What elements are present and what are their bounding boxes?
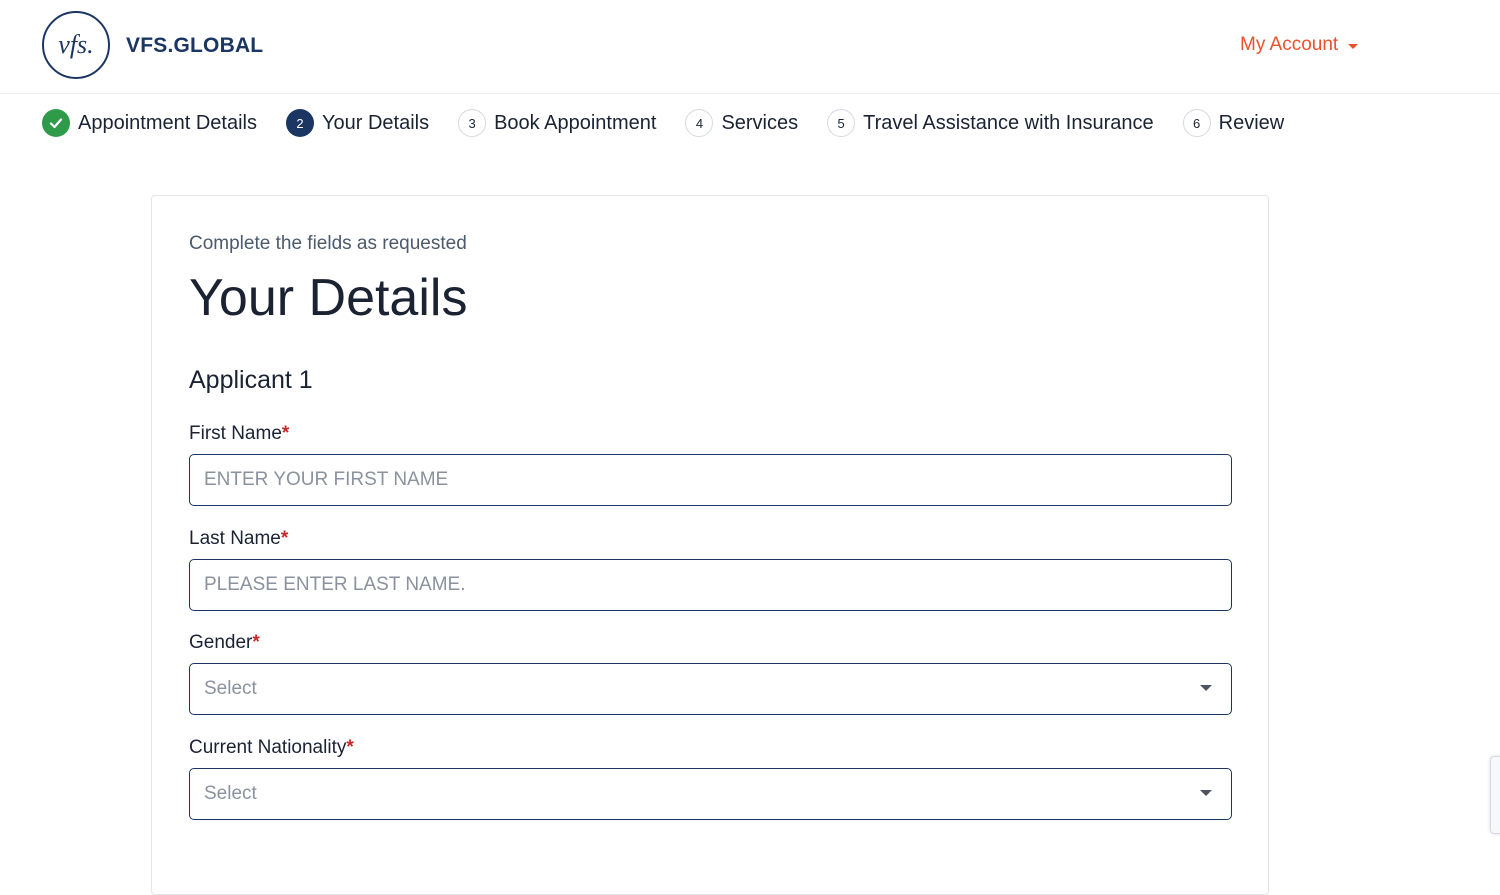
- last-name-label-text: Last Name: [189, 528, 281, 549]
- my-account-dropdown[interactable]: My Account: [1240, 34, 1359, 56]
- step-number: 6: [1182, 109, 1211, 137]
- step-label: Review: [1218, 111, 1285, 134]
- step-label: Appointment Details: [78, 111, 257, 134]
- step-label: Services: [721, 111, 799, 134]
- step-your-details[interactable]: 2 Your Details: [285, 109, 430, 137]
- step-book-appointment[interactable]: 3 Book Appointment: [458, 109, 656, 137]
- gender-label: Gender*: [189, 632, 260, 654]
- required-marker: *: [346, 737, 354, 758]
- page-title: Your Details: [189, 269, 468, 327]
- first-name-input[interactable]: [189, 454, 1232, 506]
- progress-stepper: Appointment Details 2 Your Details 3 Boo…: [42, 108, 1313, 138]
- logo-text[interactable]: VFS.GLOBAL: [126, 34, 263, 58]
- vfs-logo-icon[interactable]: vfs.: [42, 11, 110, 79]
- step-number: 5: [827, 109, 856, 137]
- top-header: vfs. VFS.GLOBAL My Account: [0, 0, 1500, 94]
- nationality-label: Current Nationality*: [189, 737, 354, 759]
- first-name-label-text: First Name: [189, 423, 282, 444]
- gender-label-text: Gender: [189, 632, 253, 653]
- step-number: 4: [685, 109, 714, 137]
- gender-select[interactable]: Select: [189, 663, 1232, 715]
- step-label: Your Details: [321, 111, 430, 134]
- caret-down-icon: [1200, 790, 1212, 796]
- required-marker: *: [281, 423, 290, 444]
- nationality-label-text: Current Nationality: [189, 737, 347, 758]
- logo-mark: vfs.: [58, 30, 94, 59]
- chevron-down-icon: [1348, 43, 1359, 49]
- step-label: Book Appointment: [494, 111, 657, 134]
- applicant-heading: Applicant 1: [189, 366, 313, 394]
- step-travel-assistance[interactable]: 5 Travel Assistance with Insurance: [827, 109, 1154, 137]
- step-label: Travel Assistance with Insurance: [863, 111, 1154, 134]
- side-scroll-widget[interactable]: [1490, 756, 1500, 834]
- step-number: 2: [285, 109, 314, 137]
- nationality-select[interactable]: Select: [189, 768, 1232, 820]
- step-number: 3: [458, 109, 487, 137]
- step-appointment-details[interactable]: Appointment Details: [42, 109, 257, 137]
- check-icon: [42, 109, 70, 137]
- details-form-card: Complete the fields as requested Your De…: [151, 195, 1269, 895]
- gender-selected-value: Select: [204, 678, 257, 699]
- required-marker: *: [252, 632, 260, 653]
- step-review[interactable]: 6 Review: [1182, 109, 1285, 137]
- first-name-label: First Name*: [189, 423, 289, 445]
- form-subtitle: Complete the fields as requested: [189, 233, 467, 254]
- last-name-label: Last Name*: [189, 528, 288, 550]
- nationality-selected-value: Select: [204, 783, 257, 804]
- last-name-input[interactable]: [189, 559, 1232, 611]
- caret-down-icon: [1200, 685, 1212, 691]
- step-services[interactable]: 4 Services: [685, 109, 798, 137]
- required-marker: *: [280, 528, 289, 549]
- my-account-label: My Account: [1240, 34, 1339, 55]
